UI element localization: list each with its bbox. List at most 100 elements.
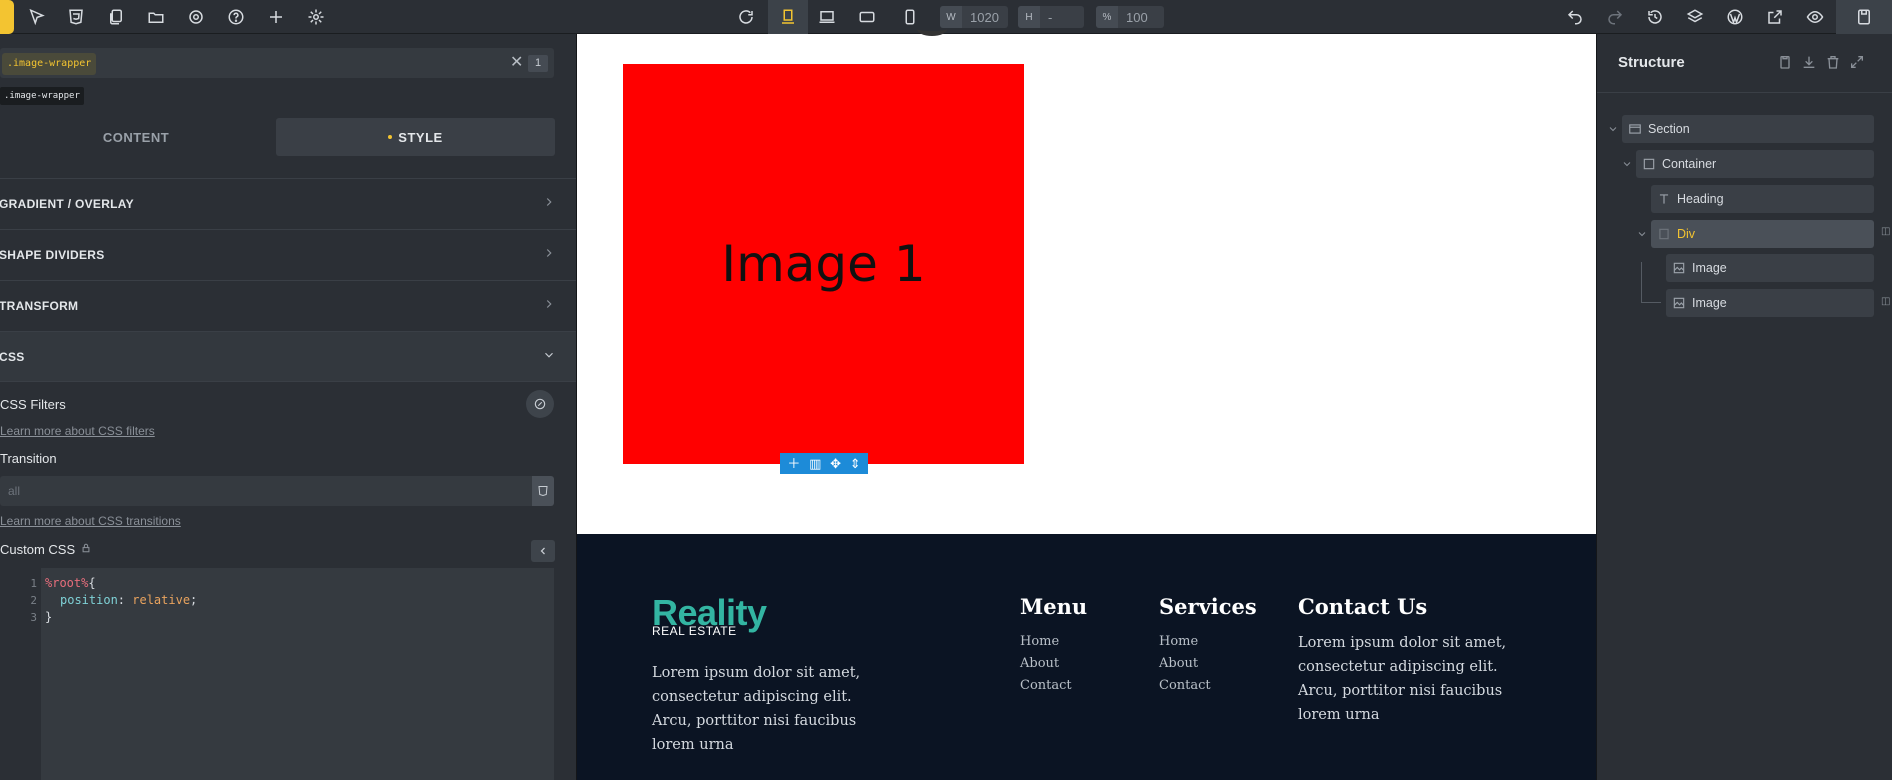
selector-bar[interactable]: .image-wrapper ✕ 1 [0, 48, 554, 78]
css-filters-link[interactable]: Learn more about CSS filters [0, 424, 155, 438]
code-line-2: position: relative; [60, 593, 197, 607]
css3-icon[interactable] [532, 476, 554, 506]
history-icon[interactable] [1643, 5, 1667, 29]
footer-contact-title: Contact Us [1298, 594, 1428, 619]
expand-icon[interactable] [1849, 54, 1865, 75]
tree-node-image[interactable]: Image [1666, 289, 1874, 317]
element-toolbar[interactable]: ＋ ▥ ✥ ⇕ [780, 453, 868, 474]
gear-icon[interactable] [304, 5, 328, 29]
tree-node-container[interactable]: Container [1636, 150, 1874, 178]
tab-content[interactable]: CONTENT [0, 118, 272, 156]
footer-services-list: Home About Contact [1159, 631, 1211, 697]
height-field[interactable]: H - [1018, 6, 1084, 28]
line-number: 1 [30, 577, 37, 590]
clipboard-icon[interactable] [1777, 54, 1793, 75]
settings-icon[interactable] [184, 5, 208, 29]
code-selector: %root% [45, 576, 89, 590]
pages-icon[interactable] [104, 5, 128, 29]
footer-menu-link[interactable]: About [1020, 653, 1072, 675]
css-transitions-link[interactable]: Learn more about CSS transitions [0, 514, 181, 528]
code-brace: { [88, 576, 96, 590]
style-panel: .image-wrapper ✕ 1 .image-wrapper CONTEN… [0, 34, 576, 780]
refresh-icon[interactable] [734, 5, 758, 29]
tree-node-image[interactable]: Image [1666, 254, 1874, 282]
footer-services-link[interactable]: Contact [1159, 675, 1211, 697]
footer-menu-link[interactable]: Contact [1020, 675, 1072, 697]
folder-icon[interactable] [144, 5, 168, 29]
accordion-shape-dividers[interactable]: SHAPE DIVIDERS [0, 229, 576, 280]
height-value[interactable]: - [1040, 10, 1060, 25]
code-property: position [60, 593, 118, 607]
css-badge-icon: ◫ [1881, 296, 1891, 307]
chevron-down-icon[interactable] [1636, 227, 1648, 245]
accordion-title: CSS [0, 350, 25, 364]
line-gutter: 1 2 3 [0, 568, 41, 780]
tree-node-label: Section [1648, 122, 1690, 136]
image-wrapper[interactable]: Image 1 [623, 64, 1024, 464]
tab-style[interactable]: STYLE [276, 118, 555, 156]
width-value[interactable]: 1020 [962, 10, 1007, 25]
move-vertical-icon[interactable]: ⇕ [850, 453, 861, 474]
selector-chip[interactable]: .image-wrapper [2, 53, 97, 75]
transition-input[interactable]: all [0, 476, 532, 506]
custom-css-label: Custom CSS [0, 542, 76, 557]
accordion-gradient-overlay[interactable]: GRADIENT / OVERLAY [0, 178, 576, 229]
code-line-1: %root%{ [45, 576, 96, 590]
footer-menu-link[interactable]: Home [1020, 631, 1072, 653]
wordpress-icon[interactable] [1723, 5, 1747, 29]
close-icon[interactable]: ✕ [510, 54, 523, 72]
desktop-breakpoint-icon[interactable] [768, 0, 808, 34]
tree-node-label: Image [1692, 261, 1727, 275]
tree-node-label: Container [1662, 157, 1717, 171]
chevron-down-icon[interactable] [1607, 122, 1619, 140]
zoom-value[interactable]: 100 [1118, 10, 1156, 25]
layers-icon[interactable] [1683, 5, 1707, 29]
redo-icon[interactable] [1603, 5, 1627, 29]
tree-node-label: Div [1677, 227, 1696, 241]
custom-css-row: Custom CSS [0, 542, 91, 557]
zoom-field[interactable]: % 100 [1096, 6, 1164, 28]
transition-label: Transition [0, 451, 57, 466]
trash-icon[interactable] [1825, 54, 1841, 75]
css-code-editor[interactable]: 1 2 3 %root%{ position: relative; } [0, 568, 554, 780]
footer-menu-list: Home About Contact [1020, 631, 1072, 697]
footer-services-link[interactable]: About [1159, 653, 1211, 675]
filters-edit-icon[interactable] [526, 390, 554, 418]
image-icon [1666, 296, 1692, 310]
save-icon[interactable] [1852, 5, 1876, 29]
download-icon[interactable] [1801, 54, 1817, 75]
tablet-landscape-icon[interactable] [855, 5, 879, 29]
undo-icon[interactable] [1563, 5, 1587, 29]
heading-fragment [917, 22, 947, 36]
add-icon[interactable]: ＋ [787, 453, 800, 474]
brand-logo[interactable] [0, 0, 14, 34]
footer-about-text: Lorem ipsum dolor sit amet, consectetur … [652, 665, 861, 753]
image-label: Image 1 [721, 235, 926, 293]
tree-node-div[interactable]: Div [1651, 220, 1874, 248]
laptop-breakpoint-icon[interactable] [815, 5, 839, 29]
width-field[interactable]: W 1020 [940, 6, 1008, 28]
html5-icon[interactable] [64, 5, 88, 29]
add-icon[interactable] [264, 5, 288, 29]
footer-contact-text: Lorem ipsum dolor sit amet, consectetur … [1298, 635, 1507, 723]
tree-node-section[interactable]: Section [1622, 115, 1874, 143]
accordion-title: GRADIENT / OVERLAY [0, 197, 134, 211]
footer-services-title: Services [1159, 594, 1257, 619]
height-label: H [1018, 6, 1040, 28]
chevron-down-icon[interactable] [1621, 157, 1633, 175]
cursor-icon[interactable] [24, 5, 48, 29]
collapse-editor-icon[interactable] [531, 540, 555, 562]
section-icon [1622, 122, 1648, 136]
help-icon[interactable] [224, 5, 248, 29]
accordion-transform[interactable]: TRANSFORM [0, 280, 576, 331]
preview-eye-icon[interactable] [1803, 5, 1827, 29]
accordion-css[interactable]: CSS [0, 331, 576, 382]
tree-node-label: Heading [1677, 192, 1724, 206]
move-horizontal-icon[interactable]: ✥ [830, 453, 841, 474]
tree-node-heading[interactable]: Heading [1651, 185, 1874, 213]
footer-services-link[interactable]: Home [1159, 631, 1211, 653]
line-number: 3 [30, 611, 37, 624]
external-link-icon[interactable] [1763, 5, 1787, 29]
columns-icon[interactable]: ▥ [809, 453, 821, 474]
chevron-right-icon [542, 246, 556, 265]
